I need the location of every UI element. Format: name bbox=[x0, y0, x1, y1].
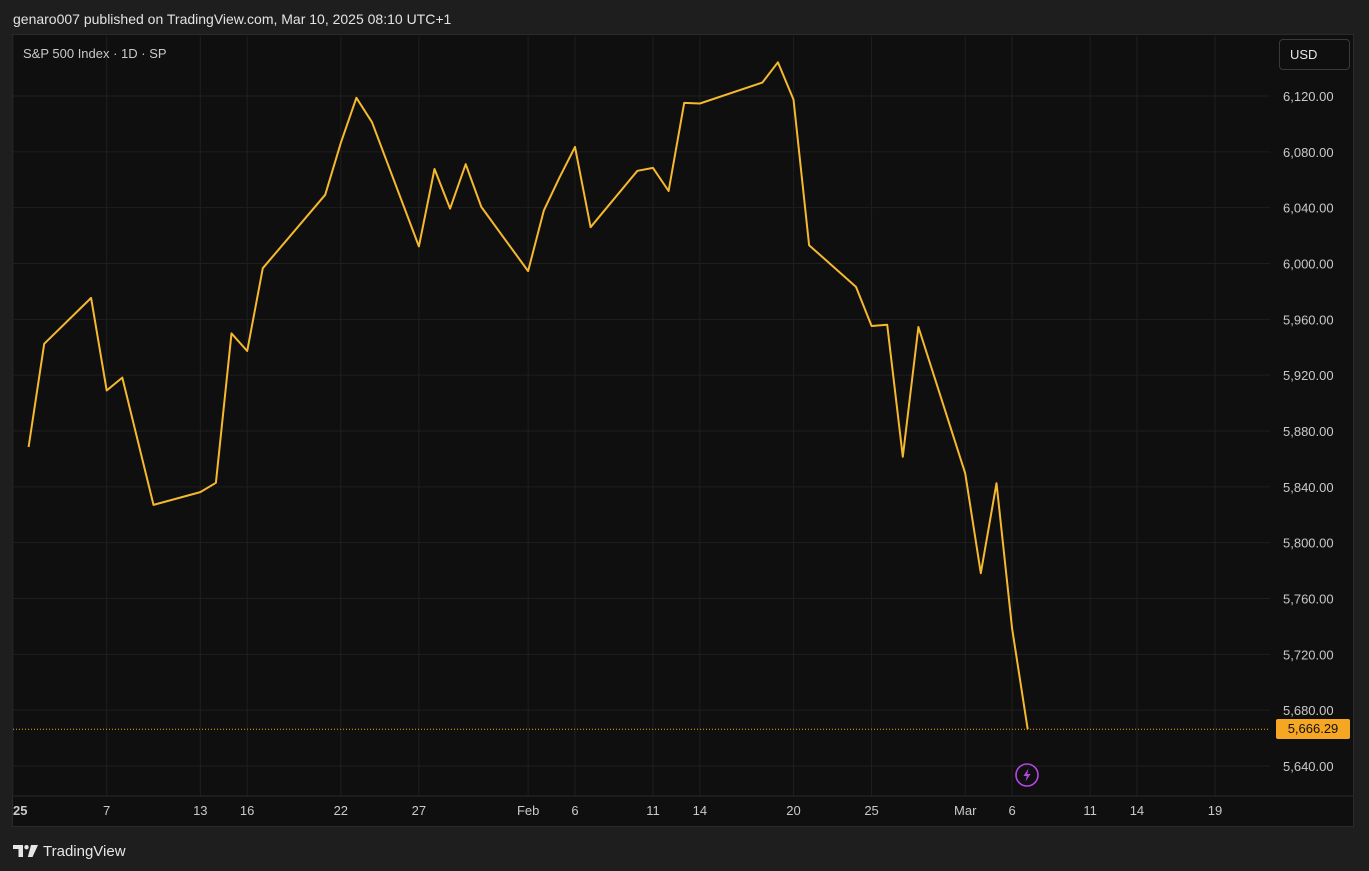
price-axis[interactable]: 6,120.00 6,080.00 6,040.00 6,000.00 5,960.00… bbox=[1283, 89, 1334, 774]
time-tick-label: 11 bbox=[646, 803, 660, 818]
price-tick-label: 5,920.00 bbox=[1283, 368, 1334, 383]
footer-brand-name: TradingView bbox=[43, 842, 126, 860]
time-tick-label: 16 bbox=[240, 803, 254, 818]
price-chart[interactable]: 6,120.00 6,080.00 6,040.00 6,000.00 5,960.00… bbox=[0, 0, 1369, 871]
time-tick-label: 25 bbox=[13, 803, 27, 818]
price-tick-label: 5,960.00 bbox=[1283, 312, 1334, 327]
price-tick-label: 6,040.00 bbox=[1283, 201, 1334, 216]
footer-brand[interactable]: TradingView bbox=[13, 840, 126, 862]
price-tick-label: 5,880.00 bbox=[1283, 424, 1334, 439]
price-tick-label: 5,680.00 bbox=[1283, 703, 1334, 718]
price-tick-label: 6,120.00 bbox=[1283, 89, 1334, 104]
time-tick-label: 25 bbox=[864, 803, 878, 818]
time-tick-label: 14 bbox=[1130, 803, 1144, 818]
time-tick-label: 19 bbox=[1208, 803, 1222, 818]
time-tick-label: 22 bbox=[334, 803, 348, 818]
last-price-label: 5,666.29 bbox=[1276, 719, 1350, 740]
time-axis[interactable]: 25 7 13 16 22 27 Feb 6 11 14 20 25 Mar 6 11 14 19 bbox=[13, 803, 1222, 818]
grid-lines bbox=[12, 36, 1354, 797]
time-tick-label: 7 bbox=[103, 803, 110, 818]
symbol-title[interactable]: S&P 500 Index · 1D · SP bbox=[23, 46, 167, 61]
price-tick-label: 5,720.00 bbox=[1283, 647, 1334, 662]
price-tick-label: 5,640.00 bbox=[1283, 759, 1334, 774]
time-tick-label: 20 bbox=[786, 803, 800, 818]
lightning-icon[interactable] bbox=[1014, 762, 1040, 788]
time-tick-label: Mar bbox=[954, 803, 977, 818]
tradingview-logo-icon bbox=[13, 845, 38, 857]
time-tick-label: 14 bbox=[693, 803, 707, 818]
time-tick-label: 11 bbox=[1083, 803, 1097, 818]
price-tick-label: 5,760.00 bbox=[1283, 592, 1334, 607]
price-tick-label: 6,080.00 bbox=[1283, 145, 1334, 160]
price-tick-label: 5,840.00 bbox=[1283, 480, 1334, 495]
time-tick-label: 6 bbox=[571, 803, 578, 818]
time-tick-label: 27 bbox=[412, 803, 426, 818]
price-tick-label: 5,800.00 bbox=[1283, 536, 1334, 551]
time-tick-label: 6 bbox=[1008, 803, 1015, 818]
time-tick-label: 13 bbox=[193, 803, 207, 818]
currency-button[interactable]: USD bbox=[1279, 39, 1350, 70]
time-tick-label: Feb bbox=[517, 803, 539, 818]
price-tick-label: 6,000.00 bbox=[1283, 257, 1334, 272]
